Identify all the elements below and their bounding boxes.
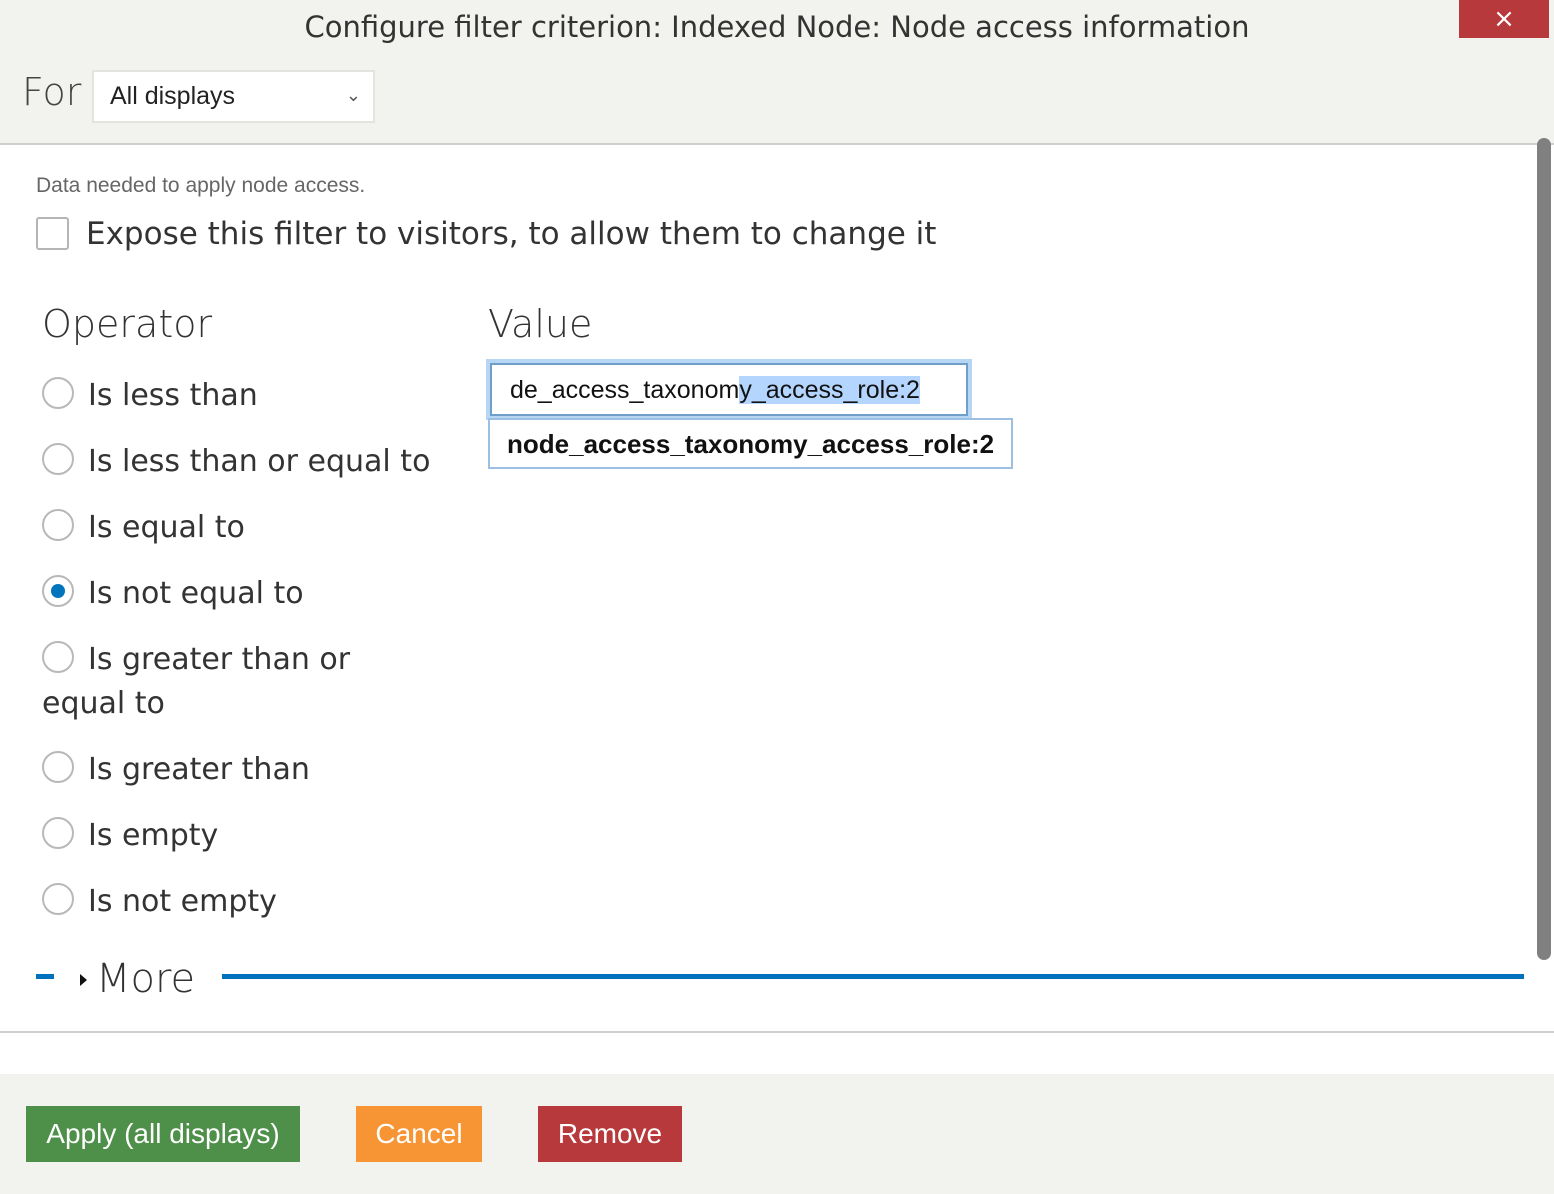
operator-option[interactable]: Is greater than or equal to	[42, 638, 442, 726]
radio-button-checked[interactable]	[42, 574, 74, 607]
operator-option-label: Is equal to	[88, 510, 245, 545]
operator-option[interactable]: Is not equal to	[42, 572, 442, 616]
operator-option-label: Is not equal to	[88, 576, 304, 611]
apply-button[interactable]: Apply (all displays)	[26, 1106, 300, 1162]
operator-option[interactable]: Is empty	[42, 814, 442, 858]
operator-option[interactable]: Is greater than	[42, 748, 442, 792]
value-text: de_access_taxonom	[510, 376, 740, 404]
radio-button[interactable]	[42, 442, 74, 475]
value-input[interactable]: de_access_taxonomy_access_role:2	[486, 359, 972, 420]
fieldset-border-left	[36, 974, 54, 979]
radio-button[interactable]	[42, 640, 74, 673]
operator-option-label: Is greater than	[88, 752, 310, 787]
value-heading: Value	[488, 302, 593, 346]
fieldset-border-right	[222, 974, 1524, 979]
chevron-down-icon: ⌄	[345, 85, 361, 105]
value-input-field[interactable]: de_access_taxonomy_access_role:2	[490, 363, 968, 416]
autocomplete-suggestion[interactable]: node_access_taxonomy_access_role:2	[488, 418, 1013, 469]
scrollbar-thumb[interactable]	[1537, 138, 1551, 960]
operator-option[interactable]: Is not empty	[42, 880, 442, 924]
remove-button[interactable]: Remove	[538, 1106, 682, 1162]
close-button[interactable]: ×	[1459, 0, 1549, 38]
for-display-select[interactable]: All displays ⌄	[92, 70, 375, 123]
operator-heading: Operator	[42, 302, 213, 346]
radio-button[interactable]	[42, 376, 74, 409]
operator-option-label: Is less than or equal to	[88, 444, 431, 479]
expand-triangle-icon[interactable]	[80, 974, 87, 986]
operator-option-label: Is empty	[88, 818, 219, 853]
radio-button[interactable]	[42, 882, 74, 915]
more-toggle[interactable]: More	[96, 956, 195, 1002]
dialog-header: Configure filter criterion: Indexed Node…	[0, 0, 1554, 145]
radio-button[interactable]	[42, 508, 74, 541]
expose-filter-checkbox[interactable]	[36, 217, 69, 250]
operator-option-label: Is less than	[88, 378, 258, 413]
cancel-button[interactable]: Cancel	[356, 1106, 482, 1162]
operator-option[interactable]: Is equal to	[42, 506, 442, 550]
for-label: For	[22, 70, 82, 114]
close-icon: ×	[1493, 4, 1515, 34]
dialog-title: Configure filter criterion: Indexed Node…	[304, 10, 1250, 44]
operator-option[interactable]: Is less than	[42, 374, 442, 418]
radio-button[interactable]	[42, 750, 74, 783]
divider	[0, 1031, 1554, 1033]
for-select-value: All displays	[110, 82, 236, 110]
expose-filter-label[interactable]: Expose this filter to visitors, to allow…	[86, 216, 936, 252]
operator-option[interactable]: Is less than or equal to	[42, 440, 442, 484]
operator-option-label: Is not empty	[88, 884, 277, 919]
filter-description: Data needed to apply node access.	[36, 174, 366, 197]
value-text-selected: y_access_role:2	[739, 376, 920, 404]
operator-option-label: Is greater than or equal to	[42, 642, 351, 721]
radio-button[interactable]	[42, 816, 74, 849]
